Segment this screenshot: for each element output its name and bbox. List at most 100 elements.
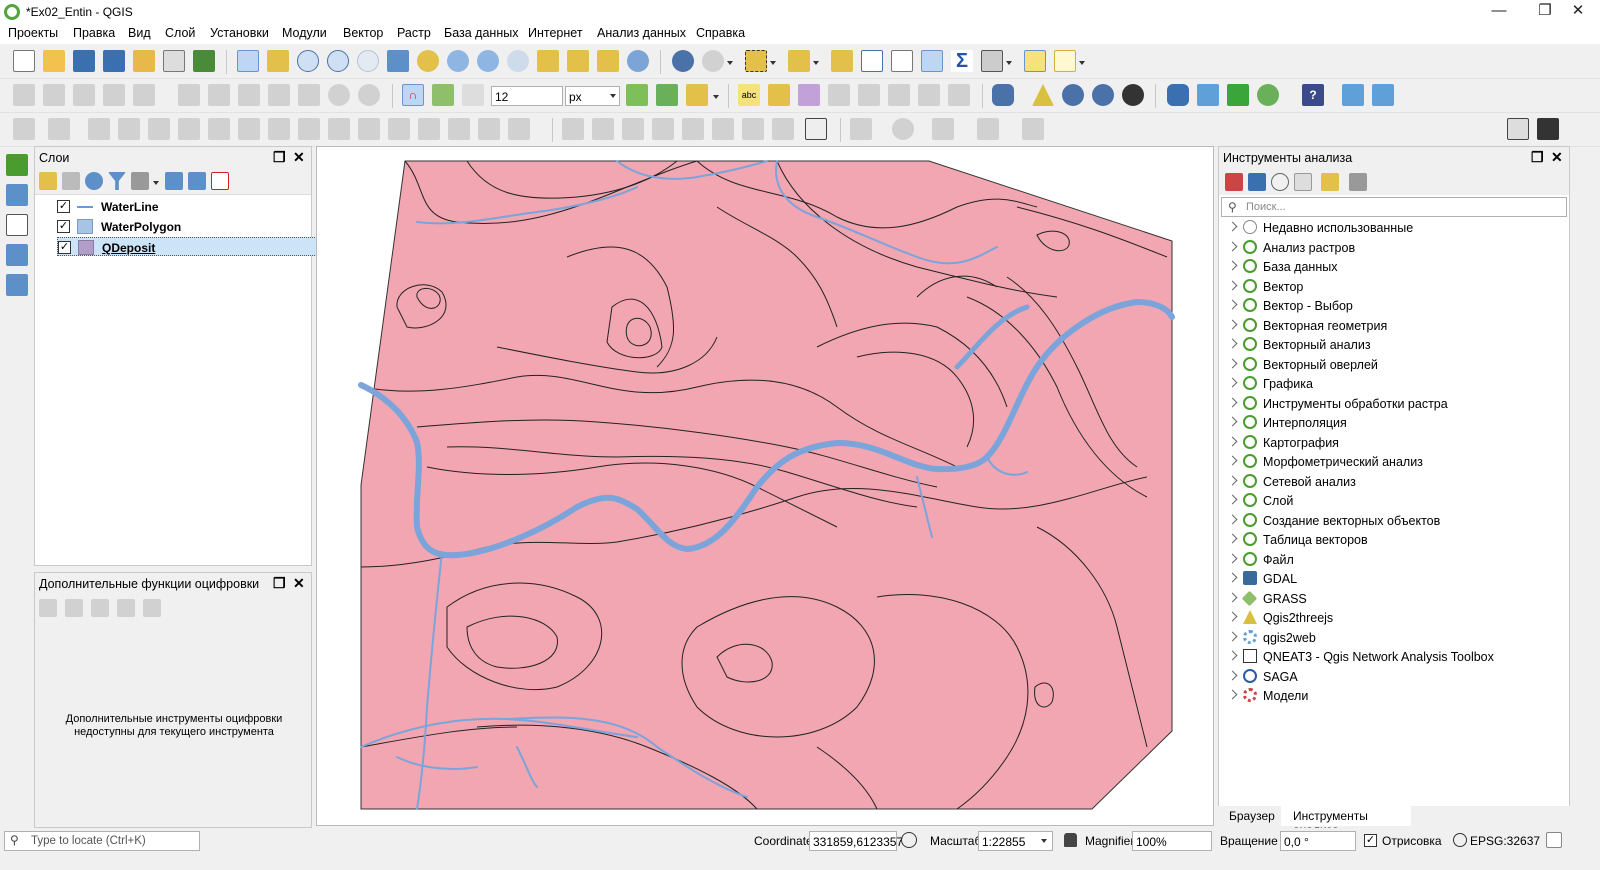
simplify-icon[interactable] <box>298 118 320 140</box>
attribute-table-icon[interactable] <box>861 50 883 72</box>
mouse-coordinate-icon[interactable] <box>901 832 917 848</box>
snap-tolerance-field[interactable]: 12 <box>491 86 563 106</box>
zoom-last-icon[interactable] <box>507 50 529 72</box>
add-part-icon[interactable] <box>328 118 350 140</box>
toolbox-group[interactable]: Графика <box>1227 374 1559 393</box>
open-project-icon[interactable] <box>43 50 65 72</box>
toolbox-group[interactable]: Модели <box>1227 686 1559 705</box>
lock-scale-icon[interactable] <box>1064 833 1077 847</box>
style-layer-icon[interactable] <box>39 172 57 190</box>
profile3-icon[interactable] <box>622 118 644 140</box>
menu-layer[interactable]: Слой <box>165 26 195 40</box>
float-panel-icon[interactable]: ❐ <box>273 149 286 166</box>
zoom-to-selection-icon[interactable] <box>417 50 439 72</box>
split-features-icon[interactable] <box>358 118 380 140</box>
avoid-intersections-icon[interactable] <box>656 84 678 106</box>
grid-icon[interactable] <box>805 118 827 140</box>
snapping-mode-icon[interactable] <box>432 84 454 106</box>
remove-layer-icon[interactable] <box>211 172 229 190</box>
float-panel-icon[interactable]: ❐ <box>273 575 286 592</box>
zoom-native-icon[interactable] <box>477 50 499 72</box>
toolbox-group[interactable]: Картография <box>1227 433 1559 452</box>
zoom-in-icon[interactable] <box>297 50 319 72</box>
toolbox-group[interactable]: Морфометрический анализ <box>1227 452 1559 471</box>
settings-gear-icon[interactable] <box>143 599 161 617</box>
offset-curve-icon[interactable] <box>208 118 230 140</box>
scripts-icon[interactable] <box>1248 173 1266 191</box>
toolbox-group[interactable]: Сетевой анализ <box>1227 472 1559 491</box>
polygon-digitize-icon[interactable] <box>1022 118 1044 140</box>
save-project-icon[interactable] <box>73 50 95 72</box>
edit-in-place-icon[interactable] <box>1321 173 1339 191</box>
chevron-down-icon[interactable] <box>713 95 719 99</box>
add-ring-icon[interactable] <box>48 118 70 140</box>
new-project-icon[interactable] <box>13 50 35 72</box>
history-clock-icon[interactable] <box>1271 173 1289 191</box>
globe2-icon[interactable] <box>772 118 794 140</box>
zoom-to-layer-icon[interactable] <box>447 50 469 72</box>
add-layer-icon[interactable] <box>6 154 28 176</box>
style-manager-icon[interactable] <box>193 50 215 72</box>
sun2-icon[interactable] <box>712 118 734 140</box>
reverse-line-icon[interactable] <box>238 118 260 140</box>
layer-visibility-checkbox[interactable]: ✓ <box>57 220 70 233</box>
trim-extend-icon[interactable] <box>268 118 290 140</box>
toolbox-group[interactable]: GDAL <box>1227 569 1559 588</box>
fill-ring-icon[interactable] <box>88 118 110 140</box>
layer-row[interactable]: ✓ WaterLine <box>57 197 347 216</box>
field-calculator-icon[interactable] <box>891 50 913 72</box>
zoom-out-icon[interactable] <box>327 50 349 72</box>
rotate-symbols-icon[interactable] <box>478 118 500 140</box>
chevron-down-icon[interactable] <box>1079 61 1085 65</box>
options-wrench-icon[interactable] <box>1349 173 1367 191</box>
expand-all-icon[interactable] <box>165 172 183 190</box>
map-tips-icon[interactable] <box>1024 50 1046 72</box>
toolbox-search-input[interactable]: ⚲ Поиск... <box>1221 197 1567 217</box>
perpendicular-icon[interactable] <box>117 599 135 617</box>
menu-raster[interactable]: Растр <box>397 26 431 40</box>
layers-stack-icon[interactable] <box>1257 84 1279 106</box>
close-panel-icon[interactable]: ✕ <box>293 149 305 166</box>
globe-icon[interactable] <box>742 118 764 140</box>
digitize-curve-icon[interactable] <box>13 118 35 140</box>
save-as-icon[interactable] <box>103 50 125 72</box>
statistics-sigma-icon[interactable]: Σ <box>951 50 973 72</box>
zoom-rubberband-icon[interactable] <box>357 50 379 72</box>
snapping-type-icon[interactable] <box>462 84 484 106</box>
refresh-icon[interactable] <box>627 50 649 72</box>
scale-select[interactable]: 1:22855 <box>978 831 1053 851</box>
toolbox-group[interactable]: База данных <box>1227 257 1559 276</box>
close-button[interactable]: ✕ <box>1558 0 1598 24</box>
help-icon[interactable]: ? <box>1302 84 1324 106</box>
toolbox-group[interactable]: Векторный анализ <box>1227 335 1559 354</box>
tab-browser[interactable]: Браузер <box>1219 806 1281 826</box>
toolbox-group[interactable]: SAGA <box>1227 667 1559 686</box>
rectangle-digitize-icon[interactable] <box>977 118 999 140</box>
toolbox-group[interactable]: Инструменты обработки растра <box>1227 394 1559 413</box>
toolbox-group[interactable]: Слой <box>1227 491 1559 510</box>
delete-selected-icon[interactable] <box>208 84 230 106</box>
menu-web[interactable]: Интернет <box>528 26 583 40</box>
circle-digitize-icon[interactable] <box>892 118 914 140</box>
eye-icon[interactable] <box>85 172 103 190</box>
current-edits-icon[interactable] <box>13 84 35 106</box>
snapping-magnet-icon[interactable]: ∩ <box>402 84 424 106</box>
results-viewer-icon[interactable] <box>1294 173 1312 191</box>
chevron-down-icon[interactable] <box>727 61 733 65</box>
add-group-icon[interactable] <box>62 172 80 190</box>
crs-button[interactable]: EPSG:32637 <box>1470 834 1540 848</box>
map-canvas[interactable] <box>316 146 1214 826</box>
select-features-icon[interactable] <box>745 50 767 72</box>
rotation-spinbox[interactable]: 0,0 ° <box>1280 831 1356 851</box>
menu-help[interactable]: Справка <box>696 26 745 40</box>
menu-settings[interactable]: Установки <box>210 26 269 40</box>
deselect-icon[interactable] <box>831 50 853 72</box>
profile2-icon[interactable] <box>592 118 614 140</box>
split-parts-icon[interactable] <box>388 118 410 140</box>
screenshot-icon[interactable] <box>1537 118 1559 140</box>
locator-search-input[interactable]: ⚲ Type to locate (Ctrl+K) <box>4 831 200 851</box>
lock-icon[interactable] <box>1507 118 1529 140</box>
label-props-icon[interactable] <box>948 84 970 106</box>
cut-icon[interactable] <box>238 84 260 106</box>
select-by-expression-icon[interactable] <box>788 50 810 72</box>
